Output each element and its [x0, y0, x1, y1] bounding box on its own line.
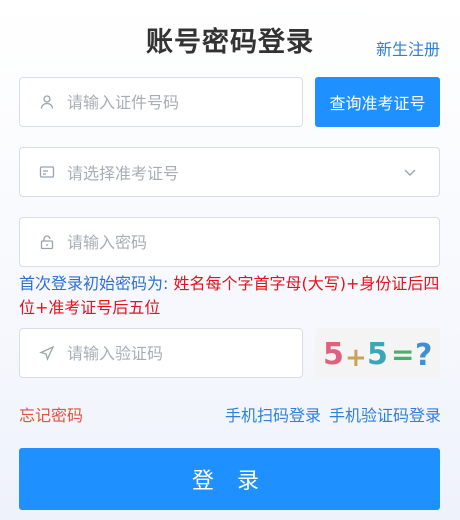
captcha-glyph: +: [345, 343, 367, 373]
qr-login-link[interactable]: 手机扫码登录: [225, 402, 321, 426]
login-button[interactable]: 登 录: [19, 448, 440, 510]
id-number-field[interactable]: [19, 77, 303, 127]
lock-icon: [39, 234, 55, 250]
id-card-icon: [39, 164, 55, 180]
user-icon: [39, 94, 55, 110]
register-link[interactable]: 新生注册: [376, 36, 440, 60]
query-exam-number-button[interactable]: 查询准考证号: [315, 77, 440, 127]
captcha-glyph: 5: [367, 337, 388, 372]
send-icon: [39, 345, 55, 361]
forgot-password-link[interactable]: 忘记密码: [19, 402, 83, 426]
hint-lead: 首次登录初始密码为:: [19, 274, 174, 293]
initial-password-hint: 首次登录初始密码为: 姓名每个字首字母(大写)+身份证后四位+准考证号后五位: [19, 272, 441, 320]
id-number-input[interactable]: [67, 78, 302, 126]
captcha-input[interactable]: [67, 329, 302, 377]
exam-number-placeholder: 请选择准考证号: [67, 164, 180, 183]
chevron-down-icon: [404, 169, 416, 176]
captcha-field[interactable]: [19, 328, 303, 378]
captcha-glyph: 5: [323, 337, 344, 372]
sms-login-link[interactable]: 手机验证码登录: [329, 402, 441, 426]
password-field[interactable]: [19, 217, 440, 267]
password-input[interactable]: [67, 218, 439, 266]
alt-login-links: 手机扫码登录 手机验证码登录: [225, 402, 441, 426]
captcha-svg: 5 + 5 = ?: [315, 328, 440, 378]
exam-number-select[interactable]: 请选择准考证号: [19, 147, 440, 197]
captcha-glyph: ?: [415, 338, 432, 373]
captcha-image[interactable]: 5 + 5 = ?: [315, 328, 440, 378]
captcha-glyph: =: [391, 338, 414, 371]
